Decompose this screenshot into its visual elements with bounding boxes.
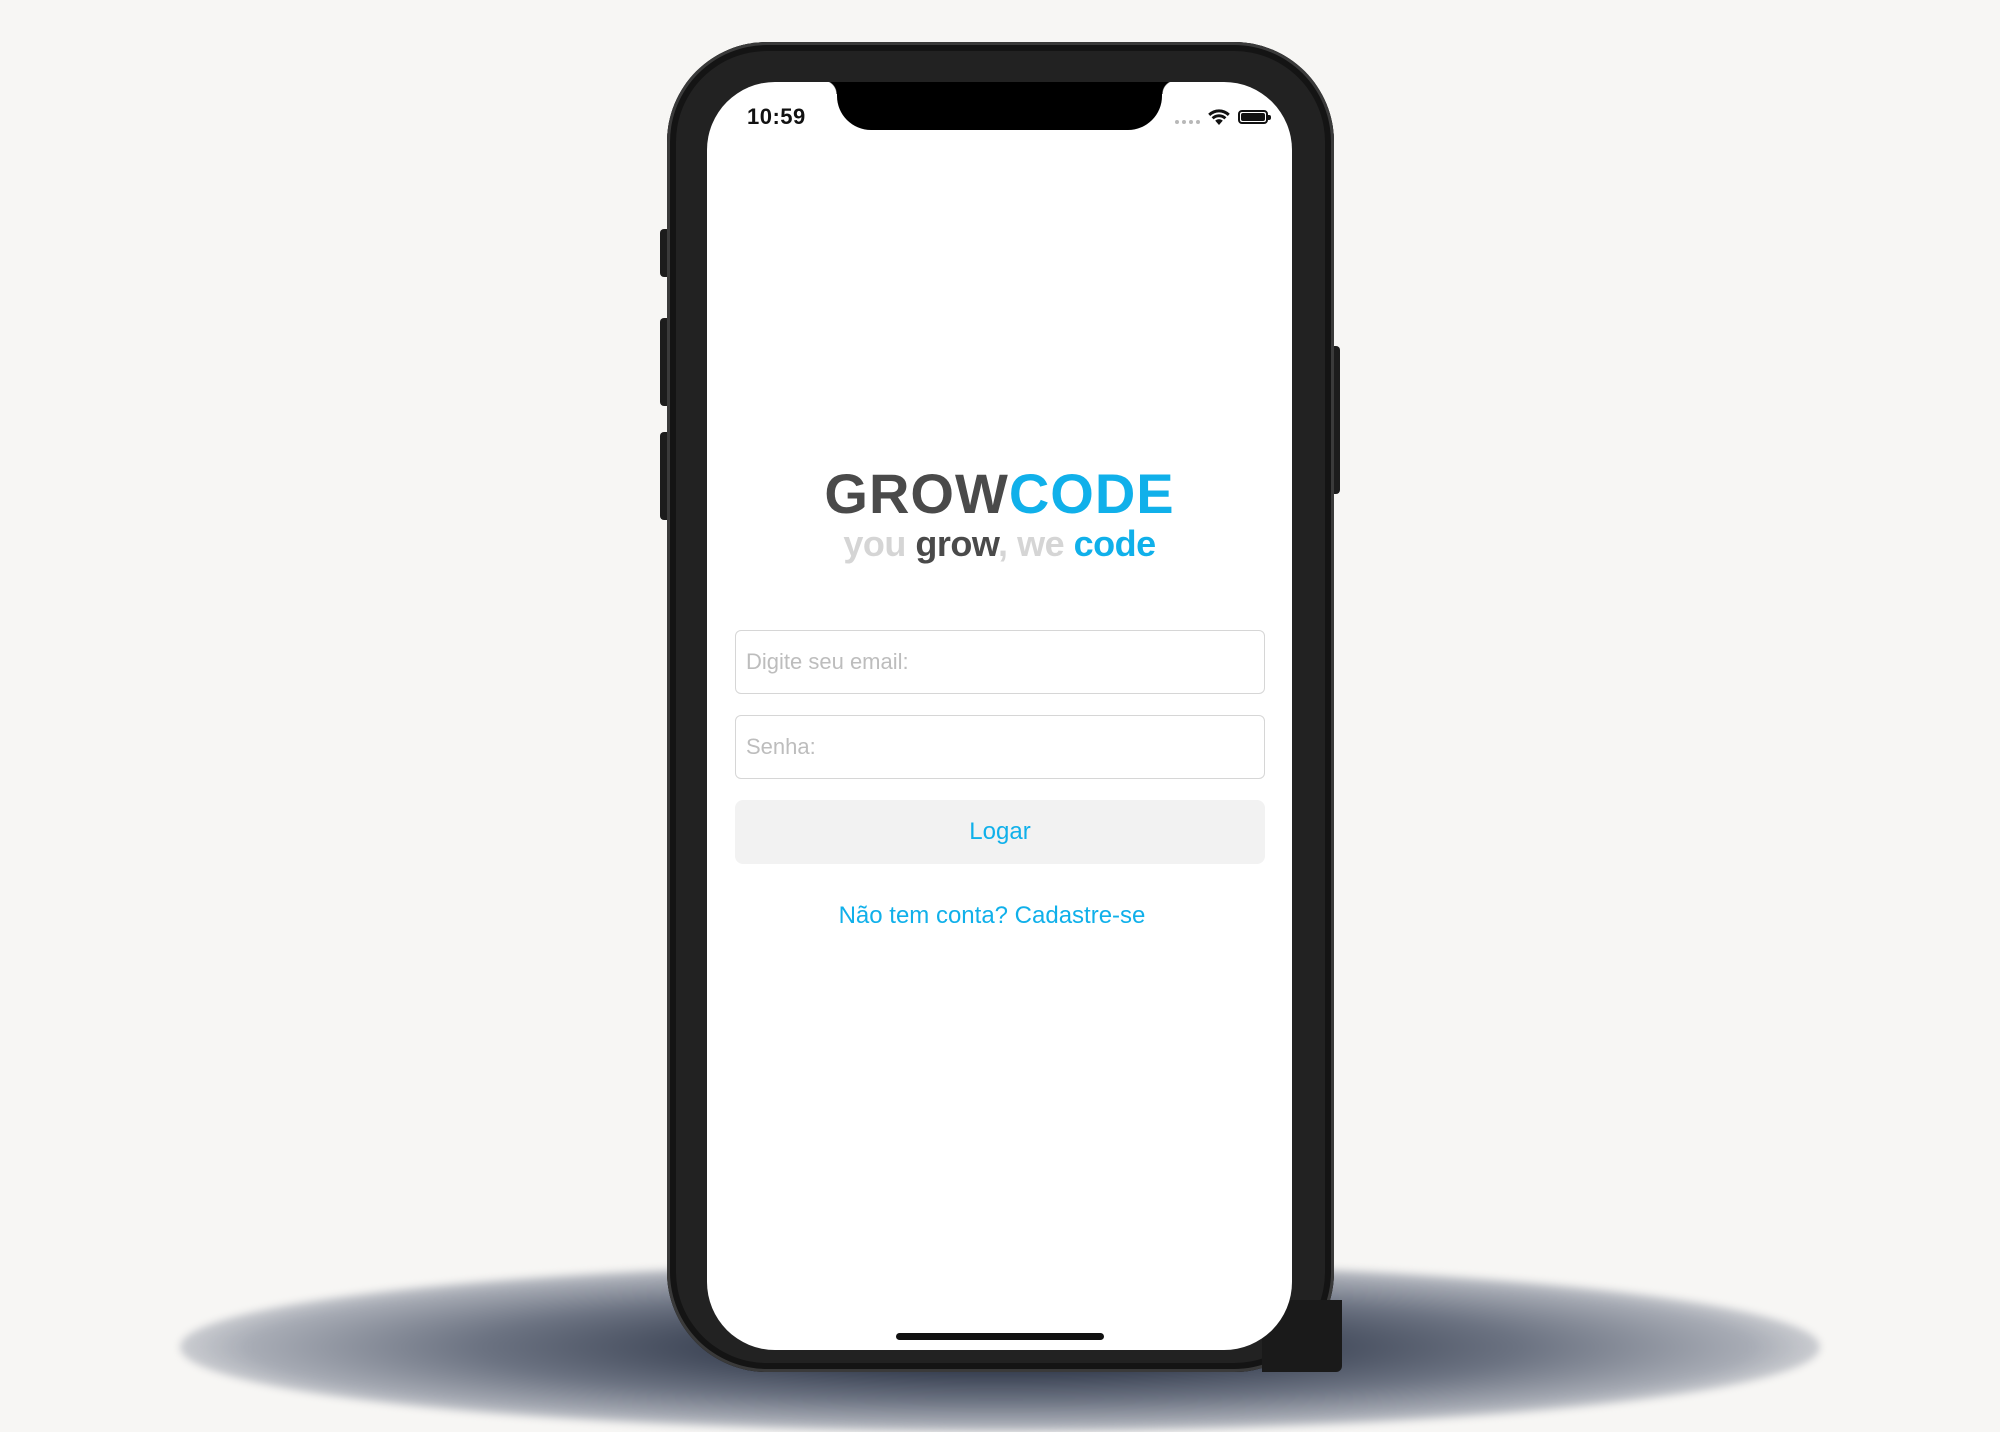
tagline-you: you bbox=[843, 523, 906, 564]
phone-screen: 10:59 GROWCODE you grow, we code Logar N… bbox=[707, 82, 1292, 1350]
tagline-we: we bbox=[1017, 523, 1065, 564]
tagline-grow: grow bbox=[915, 523, 999, 564]
tagline-code: code bbox=[1073, 523, 1157, 564]
logo-wordmark: GROWCODE bbox=[707, 464, 1292, 524]
signup-link[interactable]: Não tem conta? Cadastre-se bbox=[707, 902, 1277, 930]
home-indicator[interactable] bbox=[896, 1333, 1104, 1340]
logo-grow: GROW bbox=[824, 462, 1009, 525]
login-button[interactable]: Logar bbox=[735, 800, 1265, 864]
status-time: 10:59 bbox=[747, 104, 806, 129]
password-field[interactable] bbox=[735, 715, 1265, 779]
notch bbox=[823, 82, 1176, 130]
wifi-icon bbox=[1208, 109, 1230, 125]
status-icons bbox=[1175, 106, 1271, 128]
signal-dots-icon bbox=[1175, 120, 1200, 124]
email-field[interactable] bbox=[735, 630, 1265, 694]
battery-icon bbox=[1238, 110, 1271, 124]
logo-code: CODE bbox=[1008, 462, 1175, 525]
tagline-comma: , bbox=[998, 523, 1008, 564]
logo-tagline: you grow, we code bbox=[707, 524, 1292, 564]
